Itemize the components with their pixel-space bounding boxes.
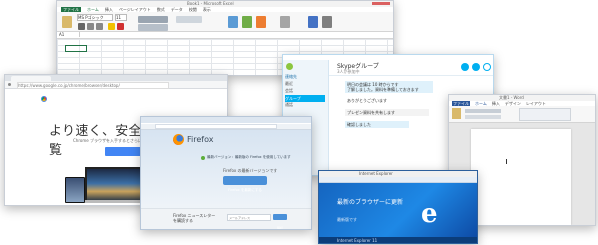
- ie-subheading: 最新版です: [337, 217, 357, 222]
- excel-title: Book1 - Microsoft Excel: [187, 1, 234, 6]
- message-text: 了解しました。資料を準備しておきます: [347, 87, 419, 92]
- firefox-update-button[interactable]: Firefox を最新にする: [223, 176, 267, 192]
- sort-icon[interactable]: [308, 16, 318, 28]
- word-paste-icon[interactable]: [452, 108, 461, 119]
- firefox-logo-icon: [173, 134, 184, 145]
- name-box[interactable]: A1: [59, 32, 80, 37]
- excel-ribbon: MS Pゴシック 11: [57, 12, 393, 32]
- firefox-tab-strip: [141, 117, 311, 123]
- word-font-tools-icon[interactable]: [465, 109, 501, 113]
- chrome-download-button[interactable]: Chrome をダウンロード: [105, 147, 143, 163]
- align-icon[interactable]: [138, 16, 168, 23]
- firefox-notice-text: 最新バージョン：最新版の Firefox を使用しています: [207, 155, 291, 159]
- ie-window[interactable]: Internet Explorer 最新のブラウザーに更新 最新版です e In…: [318, 170, 478, 244]
- newsletter-submit-button[interactable]: 購読: [273, 214, 287, 229]
- skype-header: Skypeグループ 3人が参加中: [329, 60, 493, 76]
- message-text: 確認しました: [347, 122, 371, 127]
- word-page[interactable]: [471, 129, 571, 225]
- skype-sidebar-item-groups[interactable]: グループ: [285, 95, 325, 102]
- ie-logo-icon: e: [421, 199, 438, 229]
- add-people-icon[interactable]: [483, 63, 491, 71]
- skype-sidebar-item-contacts[interactable]: 連絡先: [285, 74, 325, 81]
- font-size-box[interactable]: 11: [115, 14, 127, 21]
- skype-profile-avatar[interactable]: [286, 63, 293, 70]
- word-title: 文書1 - Word: [499, 95, 524, 100]
- underline-icon[interactable]: [96, 23, 103, 30]
- excel-title-bar: Book1 - Microsoft Excel: [57, 1, 393, 7]
- firefox-footer: Firefox ニュースレター を購読する 購読: [141, 208, 311, 229]
- skype-sidebar-item-chats[interactable]: 会話: [285, 88, 325, 95]
- number-format-icon[interactable]: [176, 16, 202, 23]
- firefox-message: Firefox の最新バージョンです: [223, 168, 278, 173]
- word-format-icon[interactable]: [465, 115, 501, 119]
- firefox-notice: 最新バージョン：最新版の Firefox を使用しています: [201, 155, 291, 160]
- formula-bar: A1: [57, 32, 393, 39]
- newsletter-submit-label: 購読: [276, 226, 283, 230]
- fill-color-icon[interactable]: [108, 23, 115, 30]
- word-ribbon: [449, 106, 595, 123]
- table-format-icon[interactable]: [242, 16, 252, 28]
- skype-sidebar-item-recent[interactable]: 最近: [285, 81, 325, 88]
- newsletter-email-input[interactable]: [227, 214, 271, 221]
- check-icon: [201, 155, 205, 160]
- skype-sidebar-list: 連絡先 最近 会話 グループ 通話: [285, 74, 325, 109]
- chrome-address-bar: https://www.google.co.jp/chrome/browser/…: [5, 81, 227, 89]
- formula-input[interactable]: [87, 33, 389, 37]
- firefox-url-input[interactable]: [155, 124, 277, 129]
- bold-icon[interactable]: [78, 23, 85, 30]
- ie-footer: Internet Explorer 11: [319, 237, 477, 243]
- voice-call-icon[interactable]: [472, 63, 480, 71]
- ie-heading: 最新のブラウザーに更新: [337, 199, 404, 206]
- font-color-icon[interactable]: [117, 23, 124, 30]
- firefox-page: Firefox 最新バージョン：最新版の Firefox を使用しています Fi…: [141, 130, 311, 229]
- newsletter-sub: を購読する: [173, 218, 193, 223]
- font-name-box[interactable]: MS Pゴシック: [77, 14, 113, 21]
- paste-icon[interactable]: [62, 16, 72, 28]
- conditional-format-icon[interactable]: [228, 16, 238, 28]
- chrome-sub: Chrome ブラウザを入手するとさらに便利: [73, 138, 150, 143]
- ie-title: Internet Explorer: [359, 171, 393, 176]
- skype-sidebar-item-calls[interactable]: 通話: [285, 102, 325, 109]
- word-title-bar: 文書1 - Word: [449, 95, 595, 101]
- firefox-window[interactable]: Firefox 最新バージョン：最新版の Firefox を使用しています Fi…: [140, 116, 312, 230]
- window-controls[interactable]: [372, 2, 390, 5]
- firefox-brand: Firefox: [187, 135, 214, 144]
- back-icon[interactable]: [8, 83, 11, 86]
- message-bubble: プレゼン資料を共有します: [345, 109, 429, 116]
- url-input[interactable]: https://www.google.co.jp/chrome/browser/…: [17, 82, 169, 89]
- selected-cell[interactable]: [65, 45, 87, 52]
- message-bubble: ありがとうございます: [345, 97, 419, 104]
- ie-page: 最新のブラウザーに更新 最新版です e Internet Explorer 11: [319, 183, 477, 243]
- ie-title-bar: Internet Explorer: [319, 171, 477, 177]
- italic-icon[interactable]: [87, 23, 94, 30]
- insert-cells-icon[interactable]: [280, 16, 290, 28]
- text-cursor: [506, 159, 507, 164]
- message-bubble: 明日の会議は 10 時からです 了解しました。資料を準備しておきます: [345, 81, 433, 93]
- video-call-icon[interactable]: [461, 63, 469, 71]
- wrap-icon[interactable]: [138, 24, 168, 31]
- word-styles-icon[interactable]: [519, 108, 571, 121]
- ie-footer-text: Internet Explorer 11: [337, 238, 378, 243]
- cell-style-icon[interactable]: [256, 16, 266, 28]
- find-icon[interactable]: [322, 16, 332, 28]
- message-text: プレゼン資料を共有します: [347, 110, 395, 115]
- chrome-logo-icon: [40, 95, 48, 103]
- message-bubble: 確認しました: [345, 121, 409, 128]
- firefox-update-label: Firefox を最新にする: [228, 188, 262, 192]
- message-text: ありがとうございます: [347, 98, 387, 103]
- tablet-screen: [65, 177, 85, 203]
- skype-group-subtitle: 3人が参加中: [337, 69, 360, 74]
